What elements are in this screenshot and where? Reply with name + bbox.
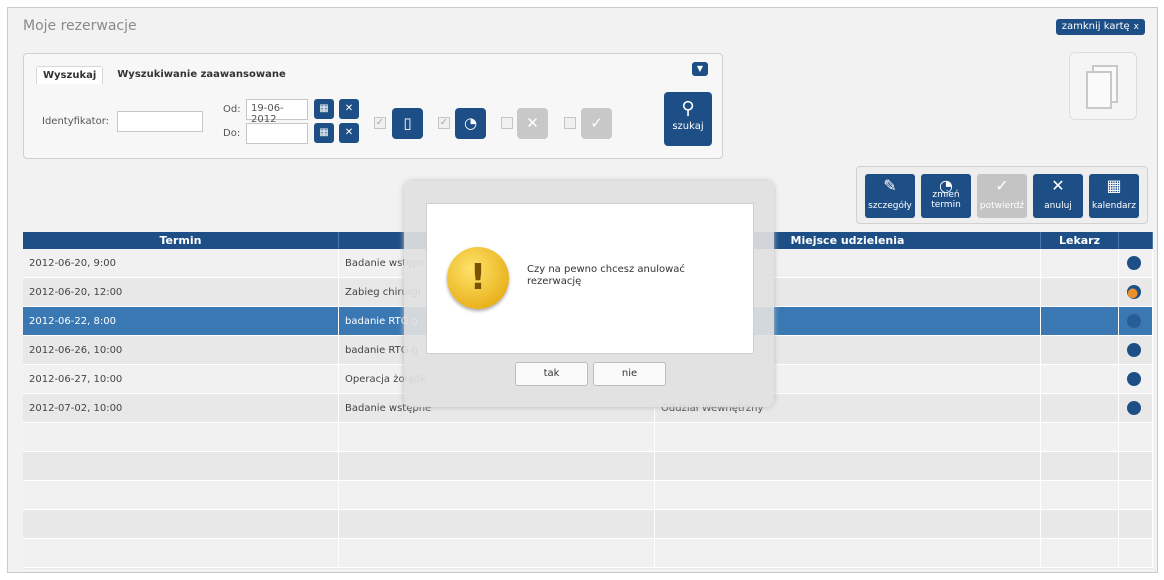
close-card-button[interactable]: zamknij kartę x — [1055, 19, 1145, 35]
cell-status — [1119, 249, 1153, 277]
calendar-to-icon[interactable]: ▦ — [314, 123, 334, 143]
filter-checkbox-2[interactable]: ✓ — [438, 117, 450, 129]
filter-checkbox-3[interactable] — [501, 117, 513, 129]
cell-doctor — [1041, 394, 1119, 422]
confirm-dialog: ! Czy na pewno chcesz anulować rezerwacj… — [404, 181, 774, 407]
column-header-status[interactable] — [1119, 232, 1153, 249]
change-term-label-1: zmień — [932, 190, 960, 200]
cell-status — [1119, 394, 1153, 422]
calendar-from-icon[interactable]: ▦ — [314, 99, 334, 119]
confirm-label: potwierdź — [979, 201, 1025, 211]
close-icon: x — [1133, 22, 1139, 32]
search-icon: ⚲ — [681, 98, 695, 119]
identifier-input[interactable] — [117, 111, 203, 132]
empty-row — [23, 539, 1153, 568]
warning-icon: ! — [447, 247, 509, 309]
empty-row — [23, 510, 1153, 539]
calendar-icon: ▦ — [1106, 176, 1122, 195]
cancelled-filter-icon[interactable]: ✕ — [517, 108, 548, 139]
clock-filter-icon[interactable]: ◔ — [455, 108, 486, 139]
date-to-input[interactable] — [246, 123, 308, 144]
cell-doctor — [1041, 278, 1119, 306]
cancel-label: anuluj — [1044, 201, 1072, 211]
confirm-button[interactable]: ✓ potwierdź — [977, 174, 1027, 218]
filter-checkbox-1[interactable]: ✓ — [374, 117, 386, 129]
check-icon: ✓ — [995, 176, 1009, 195]
empty-row — [23, 481, 1153, 510]
to-label: Do: — [223, 128, 241, 139]
column-header-doctor[interactable]: Lekarz — [1041, 232, 1119, 249]
calendar-button[interactable]: ▦ kalendarz — [1089, 174, 1139, 218]
search-panel: Wyszukaj Wyszukiwanie zaawansowane ▼ Ide… — [23, 53, 723, 159]
change-term-button[interactable]: ◔ zmień termin — [921, 174, 971, 218]
cell-status — [1119, 278, 1153, 306]
phone-filter-icon[interactable]: ▯ — [392, 108, 423, 139]
pencil-icon: ✎ — [883, 176, 897, 195]
from-label: Od: — [223, 104, 241, 115]
calendar-label: kalendarz — [1092, 201, 1136, 211]
cell-status — [1119, 307, 1153, 335]
cancel-button[interactable]: ✕ anuluj — [1033, 174, 1083, 218]
confirmed-filter-icon[interactable]: ✓ — [581, 108, 612, 139]
action-toolbar: ✎ szczegóły ◔ zmień termin ✓ potwierdź ✕… — [856, 166, 1148, 224]
cell-term: 2012-06-22, 8:00 — [23, 307, 339, 335]
clear-from-icon[interactable]: ✕ — [339, 99, 359, 119]
clock-status-icon — [1127, 401, 1141, 415]
details-button[interactable]: ✎ szczegóły — [865, 174, 915, 218]
cell-term: 2012-06-27, 10:00 — [23, 365, 339, 393]
clock-icon: ◔ — [939, 176, 953, 195]
yes-button[interactable]: tak — [515, 362, 588, 386]
identifier-label: Identyfikator: — [42, 116, 110, 127]
tab-search[interactable]: Wyszukaj — [36, 66, 104, 84]
cell-term: 2012-06-20, 12:00 — [23, 278, 339, 306]
search-tabs: Wyszukaj Wyszukiwanie zaawansowane — [36, 66, 292, 84]
clock-status-icon — [1127, 256, 1141, 270]
dialog-message: Czy na pewno chcesz anulować rezerwację — [527, 264, 685, 287]
cell-doctor — [1041, 307, 1119, 335]
cell-status — [1119, 365, 1153, 393]
cell-term: 2012-07-02, 10:00 — [23, 394, 339, 422]
cell-doctor — [1041, 336, 1119, 364]
tab-advanced-search[interactable]: Wyszukiwanie zaawansowane — [111, 66, 291, 84]
clock-status-icon — [1127, 314, 1141, 328]
page-shape-back — [1086, 71, 1112, 109]
cell-doctor — [1041, 365, 1119, 393]
change-term-label-2: termin — [931, 200, 961, 210]
page-title: Moje rezerwacje — [23, 18, 137, 34]
details-label: szczegóły — [868, 201, 912, 211]
close-card-label: zamknij kartę — [1061, 21, 1130, 32]
cell-doctor — [1041, 249, 1119, 277]
clock-status-icon — [1127, 372, 1141, 386]
cell-status — [1119, 336, 1153, 364]
cell-term: 2012-06-26, 10:00 — [23, 336, 339, 364]
empty-row — [23, 423, 1153, 452]
dialog-content: ! Czy na pewno chcesz anulować rezerwacj… — [426, 203, 754, 354]
cancel-icon: ✕ — [1051, 176, 1065, 195]
date-from-input[interactable]: 19-06-2012 — [246, 99, 308, 125]
empty-row — [23, 452, 1153, 481]
column-header-term[interactable]: Termin — [23, 232, 339, 249]
lock-status-icon — [1127, 285, 1141, 299]
cell-term: 2012-06-20, 9:00 — [23, 249, 339, 277]
collapse-icon[interactable]: ▼ — [692, 62, 708, 76]
filter-checkbox-4[interactable] — [564, 117, 576, 129]
no-button[interactable]: nie — [593, 362, 666, 386]
search-button-label: szukaj — [672, 121, 704, 132]
clock-status-icon — [1127, 343, 1141, 357]
document-icon — [1069, 52, 1137, 120]
clear-to-icon[interactable]: ✕ — [339, 123, 359, 143]
search-button[interactable]: ⚲ szukaj — [664, 92, 712, 146]
